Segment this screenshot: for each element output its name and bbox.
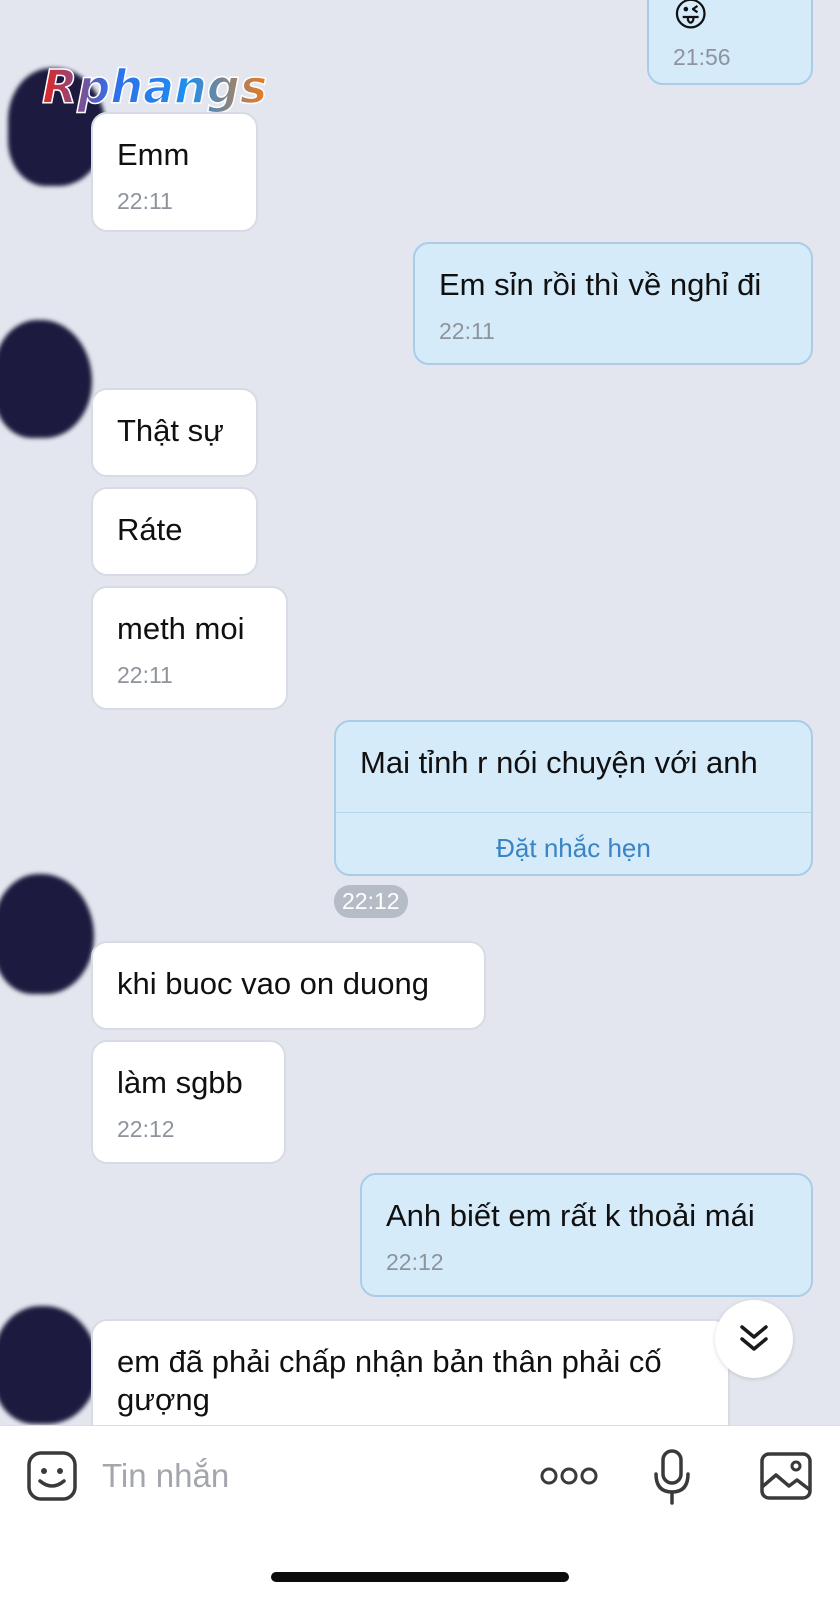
message-text: Thật sự	[117, 413, 224, 448]
message-composer: Tin nhắn	[0, 1425, 840, 1601]
message-text: Mai tỉnh r nói chuyện với anh	[360, 745, 758, 780]
svg-text:Rphangs: Rphangs	[42, 60, 267, 114]
chat-area[interactable]: 😜 21:56 Rphangs .NET Emm 22:11 Em sỉn rồ…	[0, 0, 840, 1425]
incoming-message[interactable]: Emm 22:11	[91, 112, 258, 232]
home-indicator[interactable]	[271, 1572, 569, 1582]
message-time: 22:12	[386, 1249, 444, 1275]
message-text: làm sgbb	[117, 1065, 243, 1100]
message-text: Emm	[117, 137, 190, 172]
scroll-to-bottom-button[interactable]	[715, 1300, 793, 1378]
avatar[interactable]	[0, 1306, 98, 1424]
message-time: 22:12	[117, 1116, 175, 1142]
avatar[interactable]	[0, 320, 92, 438]
incoming-message[interactable]: làm sgbb 22:12	[91, 1040, 286, 1164]
avatar[interactable]	[0, 874, 94, 994]
message-text: khi buoc vao on duong	[117, 966, 429, 1001]
message-time: 22:11	[439, 318, 495, 344]
message-text: Em sỉn rồi thì về nghỉ đi	[439, 267, 762, 302]
outgoing-message[interactable]: Mai tỉnh r nói chuyện với anh Đặt nhắc h…	[334, 720, 813, 876]
message-time: 21:56	[673, 44, 731, 70]
incoming-message[interactable]: em đã phải chấp nhận bản thân phải cố gư…	[91, 1319, 730, 1425]
incoming-message[interactable]: khi buoc vao on duong	[91, 941, 486, 1030]
incoming-message[interactable]: Thật sự	[91, 388, 258, 477]
set-reminder-link[interactable]: Đặt nhắc hẹn	[336, 829, 811, 867]
double-chevron-down-icon	[740, 1325, 768, 1351]
incoming-message[interactable]: Ráte	[91, 487, 258, 576]
message-text: Anh biết em rất k thoải mái	[386, 1198, 755, 1233]
message-time: 22:11	[117, 188, 173, 214]
message-text: Ráte	[117, 512, 183, 547]
message-input[interactable]: Tin nhắn	[102, 1446, 502, 1506]
message-time: 22:11	[117, 662, 173, 688]
time-separator: 22:12	[334, 885, 408, 918]
message-text: em đã phải chấp nhận bản thân phải cố gư…	[117, 1344, 662, 1417]
emoji-content: 😜	[673, 0, 709, 34]
outgoing-message[interactable]: Em sỉn rồi thì về nghỉ đi 22:11	[413, 242, 813, 365]
sticker-smile-icon[interactable]	[24, 1448, 80, 1504]
incoming-message[interactable]: meth moi 22:11	[91, 586, 288, 710]
more-dots-icon[interactable]	[538, 1456, 600, 1496]
divider	[336, 812, 811, 813]
outgoing-message[interactable]: 😜 21:56	[647, 0, 813, 85]
image-gallery-icon[interactable]	[758, 1448, 814, 1504]
outgoing-message[interactable]: Anh biết em rất k thoải mái 22:12	[360, 1173, 813, 1297]
message-text: meth moi	[117, 611, 245, 646]
microphone-icon[interactable]	[648, 1446, 696, 1508]
